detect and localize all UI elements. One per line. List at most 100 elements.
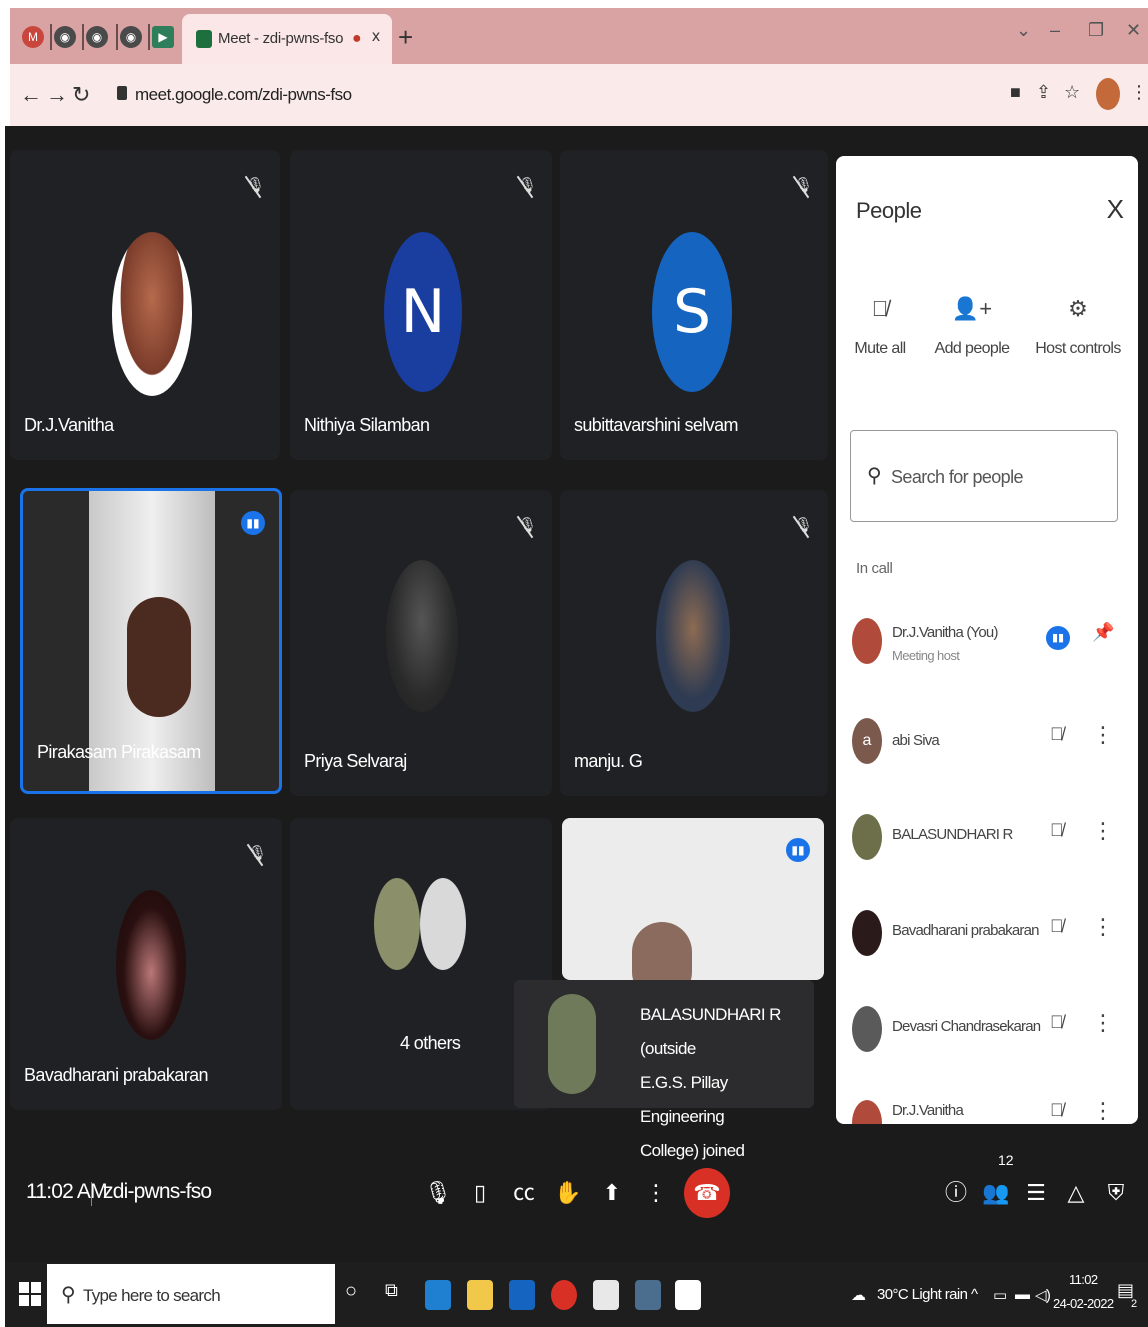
participant-row-name: Devasri Chandrasekaran (892, 1018, 1041, 1035)
search-people-input[interactable]: ⚲ Search for people (850, 430, 1118, 522)
gmail-tab-icon[interactable]: M (22, 26, 44, 48)
weather-text[interactable]: 30°C Light rain (877, 1286, 968, 1303)
maximize-button[interactable]: ❐ (1088, 20, 1104, 41)
avatar: a (852, 718, 882, 764)
new-tab-button[interactable]: + (398, 22, 413, 53)
meeting-details-button[interactable]: ⓘ (940, 1176, 972, 1210)
profile-avatar[interactable] (1096, 78, 1120, 110)
raise-hand-button[interactable]: ✋ (552, 1176, 584, 1210)
chrome-icon[interactable] (551, 1280, 577, 1310)
leave-call-button[interactable]: ☎ (684, 1168, 730, 1218)
host-controls-shield-button[interactable]: ⛨ (1100, 1176, 1132, 1210)
share-icon[interactable]: ⇪ (1036, 82, 1051, 103)
store-icon[interactable] (593, 1280, 619, 1310)
participant-video-tile[interactable]: ▮▮ (562, 818, 824, 980)
chat-button[interactable]: ☰ (1020, 1176, 1052, 1210)
chrome-tab-icon[interactable]: ◉ (120, 26, 142, 48)
task-view-icon[interactable]: ⧉ (385, 1280, 411, 1310)
participant-tile[interactable]: 🎙 Priya Selvaraj (290, 490, 552, 796)
tab-search-icon[interactable]: ⌄ (1016, 20, 1031, 41)
forward-icon[interactable]: → (46, 82, 68, 108)
battery-icon[interactable]: ▬ (1015, 1286, 1030, 1303)
chrome-tab-icon[interactable]: ◉ (86, 26, 108, 48)
participant-tile[interactable]: 🎙 Bavadharani prabakaran (10, 818, 282, 1110)
participant-row[interactable]: a abi Siva 🎙̸ ⋮ (836, 708, 1138, 778)
network-icon[interactable]: ▭ (993, 1286, 1007, 1304)
joined-participant-avatar (548, 994, 596, 1094)
participant-row-name: Bavadharani prabakaran (892, 922, 1039, 939)
more-options-icon[interactable]: ⋮ (1092, 914, 1114, 940)
participant-tile[interactable]: 🎙 Dr.J.Vanitha (10, 150, 280, 460)
muted-mic-icon[interactable]: 🎙̸ (1050, 820, 1064, 841)
more-options-icon[interactable]: ⋮ (1092, 818, 1114, 844)
url-text[interactable]: meet.google.com/zdi-pwns-fso (135, 85, 352, 105)
camera-button[interactable]: ▯ (464, 1176, 496, 1210)
muted-mic-icon[interactable]: 🎙̸ (1050, 1100, 1064, 1121)
activities-button[interactable]: △ (1060, 1176, 1092, 1210)
tray-chevron-icon[interactable]: ^ (971, 1286, 978, 1303)
host-controls-button[interactable]: ⚙ Host controls (1028, 296, 1128, 358)
speaking-indicator-icon: ▮▮ (241, 511, 265, 535)
chrome-running-icon[interactable] (635, 1280, 661, 1310)
weather-icon[interactable]: ☁ (851, 1286, 866, 1304)
bookmark-star-icon[interactable]: ☆ (1064, 82, 1080, 103)
mute-all-button[interactable]: 🎙̸ Mute all (836, 296, 930, 358)
taskbar-search-input[interactable]: ⚲ Type here to search (47, 1264, 335, 1324)
divider (91, 1182, 92, 1206)
tab-divider (82, 24, 84, 50)
people-panel: People X 🎙̸ Mute all 👤+ Add people ⚙ Hos… (836, 156, 1138, 1124)
participant-row[interactable]: BALASUNDHARI R 🎙̸ ⋮ (836, 804, 1138, 874)
muted-mic-icon[interactable]: 🎙̸ (1050, 724, 1064, 745)
present-button[interactable]: ⬆ (596, 1176, 628, 1210)
chrome-tab-icon[interactable]: ◉ (54, 26, 76, 48)
close-window-button[interactable]: ✕ (1126, 20, 1141, 41)
tab-divider (50, 24, 52, 50)
participant-initial-avatar: S (652, 232, 732, 392)
muted-mic-icon[interactable]: 🎙̸ (1050, 916, 1064, 937)
lock-icon[interactable] (117, 86, 127, 100)
participant-row[interactable]: Bavadharani prabakaran 🎙̸ ⋮ (836, 900, 1138, 970)
file-explorer-icon[interactable] (467, 1280, 493, 1310)
cortana-icon[interactable]: ○ (345, 1280, 371, 1310)
more-options-button[interactable]: ⋮ (640, 1176, 672, 1210)
participant-row[interactable]: Devasri Chandrasekaran 🎙̸ ⋮ (836, 996, 1138, 1066)
participant-row-role: Meeting host (892, 648, 960, 663)
captions-button[interactable]: ㏄ (508, 1176, 540, 1210)
more-options-icon[interactable]: ⋮ (1092, 722, 1114, 748)
url-field[interactable]: meet.google.com/zdi-pwns-fso (105, 76, 1005, 114)
clock-date[interactable]: 24-02-2022 (1053, 1296, 1114, 1311)
add-people-button[interactable]: 👤+ Add people (922, 296, 1022, 358)
participant-tile[interactable]: 🎙 manju. G (560, 490, 828, 796)
active-tab[interactable]: Meet - zdi-pwns-fso ● x (182, 14, 392, 64)
back-icon[interactable]: ← (20, 82, 42, 108)
panel-close-button[interactable]: X (1107, 194, 1124, 225)
volume-icon[interactable]: ◁) (1035, 1286, 1051, 1304)
edge-icon[interactable] (425, 1280, 451, 1310)
others-tile[interactable]: 4 others (290, 818, 552, 1110)
participant-name: subittavarshini selvam (574, 415, 738, 435)
tab-close-button[interactable]: x (372, 28, 380, 46)
people-button[interactable]: 👥 (980, 1176, 1012, 1210)
windows-start-icon[interactable] (19, 1282, 41, 1306)
participant-initial-avatar: N (384, 232, 462, 392)
camera-in-use-icon[interactable]: ■ (1010, 82, 1021, 103)
mail-icon[interactable] (509, 1280, 535, 1310)
minimize-button[interactable]: – (1050, 20, 1060, 41)
more-options-icon[interactable]: ⋮ (1092, 1010, 1114, 1036)
participant-row[interactable]: Dr.J.Vanitha (You) Meeting host ▮▮ 📌 (836, 608, 1138, 678)
participant-tile-active-speaker[interactable]: ▮▮ Pirakasam Pirakasam (20, 488, 282, 794)
microphone-button[interactable]: 🎙 (422, 1176, 454, 1210)
participant-photo (420, 878, 466, 970)
meet-tab-icon[interactable]: ▶ (152, 26, 174, 48)
reload-icon[interactable]: ↻ (72, 82, 90, 108)
participant-tile[interactable]: 🎙 N Nithiya Silamban (290, 150, 552, 460)
pin-icon[interactable]: 📌 (1092, 622, 1114, 643)
participant-name: Dr.J.Vanitha (24, 415, 114, 435)
participant-row[interactable]: Dr.J.Vanitha 🎙̸ ⋮ (836, 1090, 1138, 1124)
word-icon[interactable] (675, 1280, 701, 1310)
clock-time[interactable]: 11:02 (1069, 1272, 1098, 1287)
participant-tile[interactable]: 🎙 S subittavarshini selvam (560, 150, 828, 460)
browser-menu-icon[interactable]: ⋮ (1130, 82, 1148, 103)
muted-mic-icon[interactable]: 🎙̸ (1050, 1012, 1064, 1033)
more-options-icon[interactable]: ⋮ (1092, 1098, 1114, 1124)
